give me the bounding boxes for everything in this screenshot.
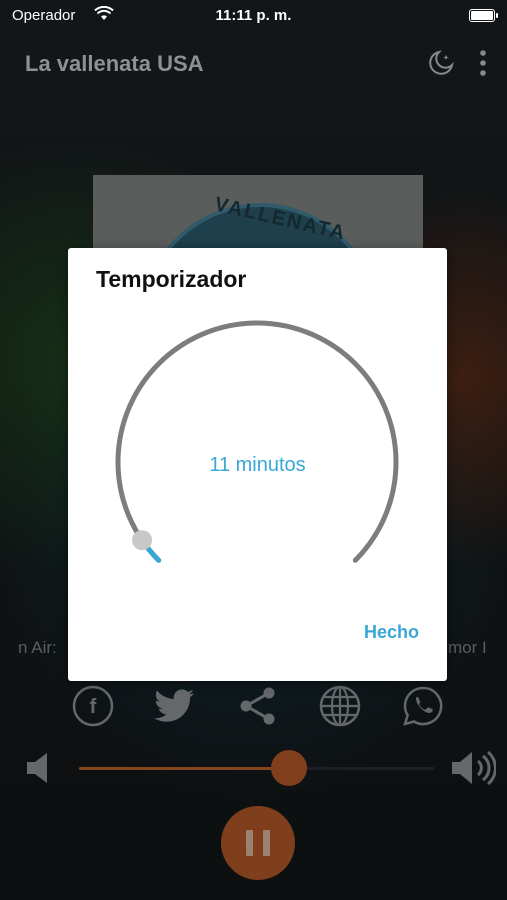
dialog-title: Temporizador [96,266,247,292]
more-options-icon[interactable] [478,50,488,81]
clock: 11:11 p. m. [215,7,292,24]
done-button[interactable]: Hecho [364,622,419,643]
sleep-timer-moon-icon[interactable] [428,50,454,81]
timer-value: 11 minutos [209,454,306,476]
timer-dial-knob [132,530,153,551]
battery-icon [469,9,498,22]
status-bar: Operador 11:11 p. m. [0,0,507,30]
app-title: La vallenata USA [25,51,204,76]
timer-dial-track [115,320,399,563]
sleep-timer-dialog: Temporizador 11 minutos Hecho [68,248,447,681]
